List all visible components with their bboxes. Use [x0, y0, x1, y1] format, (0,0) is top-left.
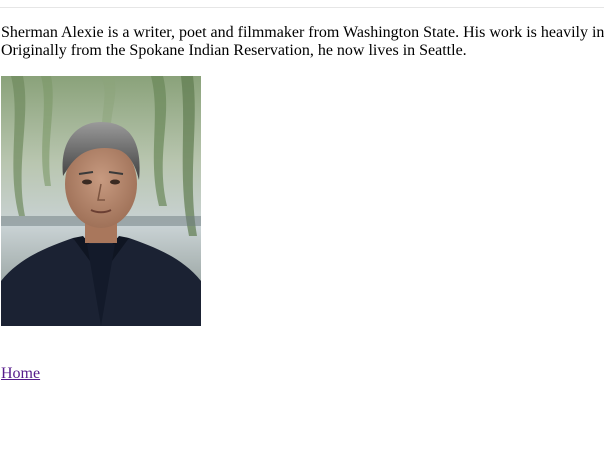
bio-line-1: Sherman Alexie is a writer, poet and fil… — [1, 24, 604, 41]
bio-paragraph: Sherman Alexie is a writer, poet and fil… — [1, 24, 604, 60]
author-portrait-photo — [1, 76, 201, 326]
bio-line-2: Originally from the Spokane Indian Reser… — [1, 42, 467, 59]
top-divider — [0, 7, 604, 8]
home-link[interactable]: Home — [1, 365, 40, 383]
